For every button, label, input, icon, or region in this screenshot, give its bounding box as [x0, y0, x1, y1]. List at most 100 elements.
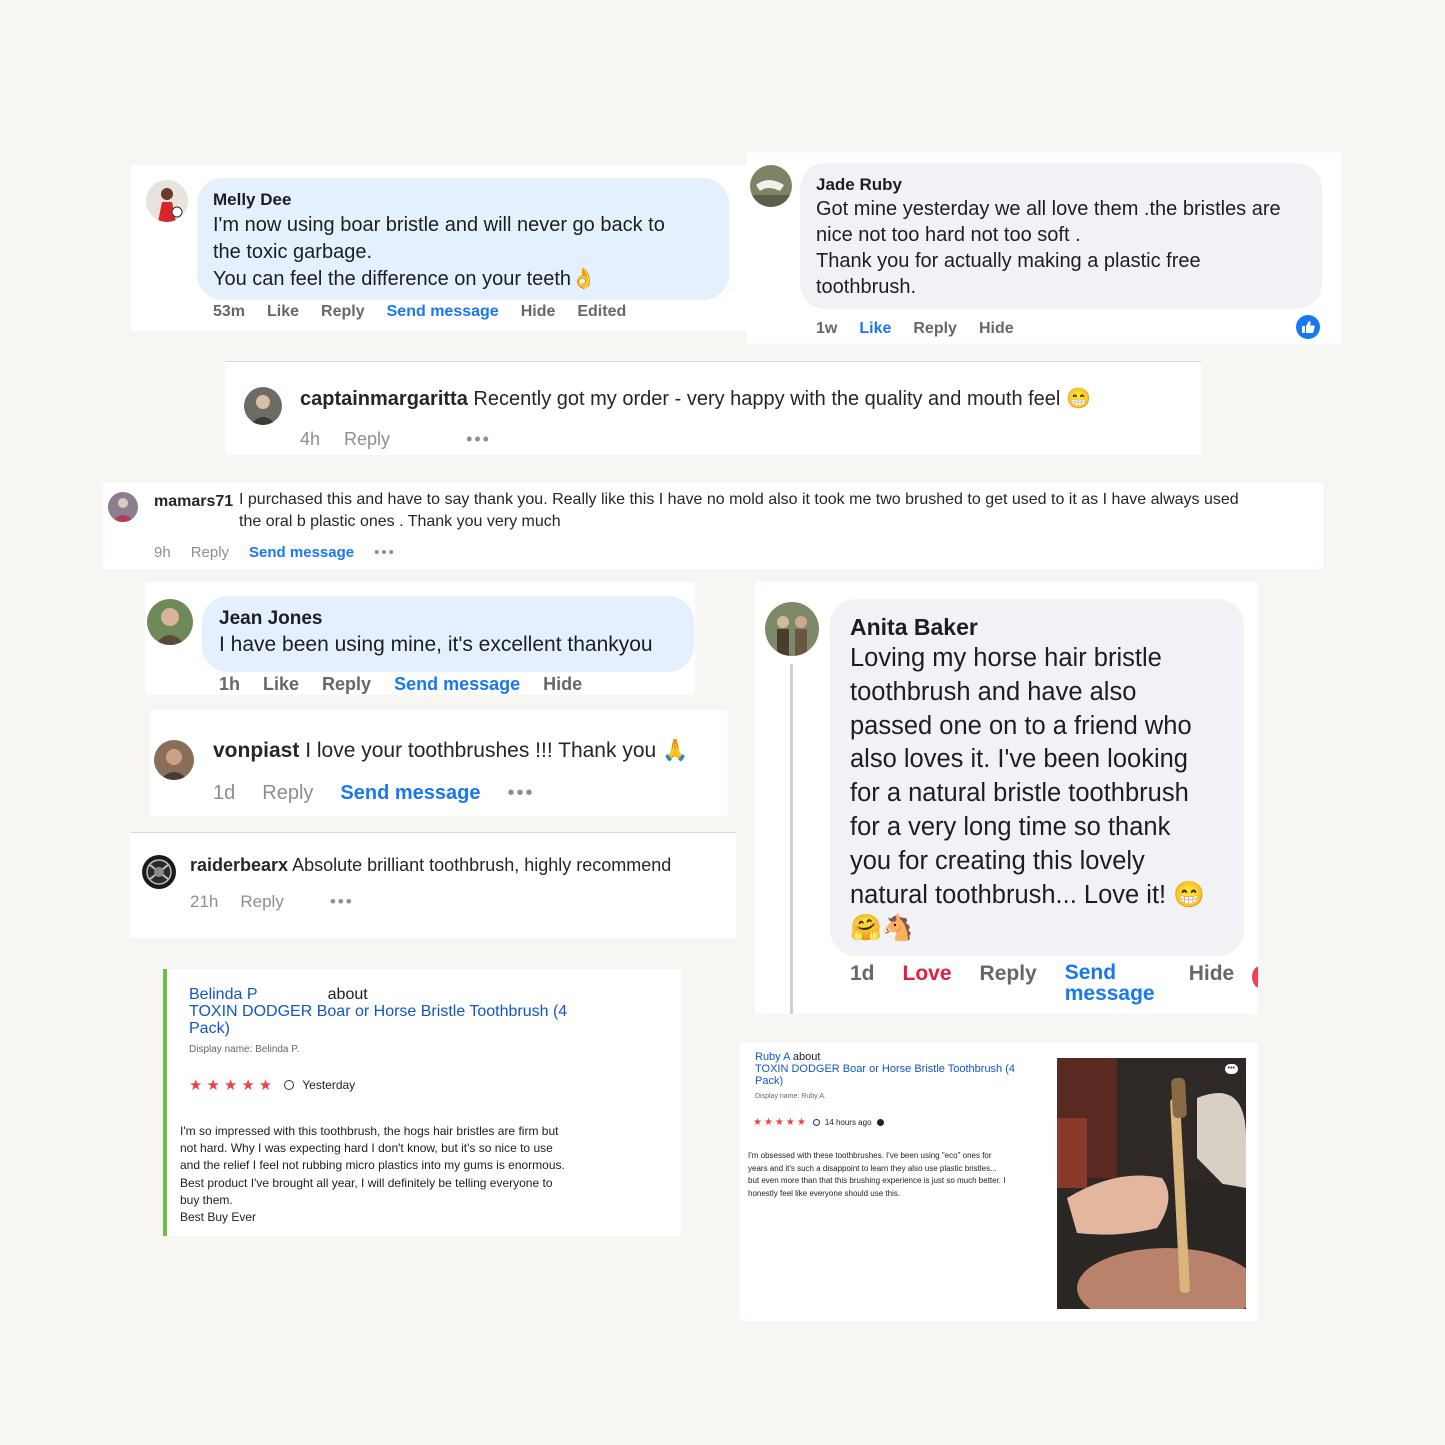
like-button[interactable]: Like: [263, 674, 299, 695]
comment-jean-jones: Jean Jones I have been using mine, it's …: [145, 582, 695, 695]
send-message-button[interactable]: Send message: [249, 544, 354, 561]
comment-text: I'm now using boar bristle and will neve…: [213, 214, 665, 290]
product-link[interactable]: TOXIN DODGER Boar or Horse Bristle Tooth…: [189, 1003, 589, 1037]
commenter-name[interactable]: mamars71: [154, 493, 233, 511]
comment-bubble: Jean Jones I have been using mine, it's …: [202, 596, 694, 672]
thumbs-up-icon[interactable]: [1296, 315, 1320, 339]
photo-more-options-icon[interactable]: •••: [1224, 1064, 1238, 1074]
avatar[interactable]: [765, 602, 819, 656]
review-belinda: Belinda P about TOXIN DODGER Boar or Hor…: [163, 969, 681, 1236]
comment-text: I purchased this and have to say thank y…: [239, 491, 1239, 530]
commenter-name[interactable]: captainmargaritta: [300, 388, 468, 410]
hide-button[interactable]: Hide: [543, 674, 582, 695]
reply-button[interactable]: Reply: [322, 674, 371, 695]
comment-text: vonpiast I love your toothbrushes !!! Th…: [213, 739, 689, 762]
commenter-name[interactable]: Anita Baker: [850, 614, 978, 641]
review-date: 14 hours ago: [824, 1118, 872, 1127]
comment-actions: 9h Reply Send message •••: [154, 544, 396, 561]
rating-row: ★★★★★ Yesterday: [189, 1076, 355, 1094]
review-header: Ruby A about TOXIN DODGER Boar or Horse …: [755, 1051, 1055, 1087]
comment-jade-ruby: Jade Ruby Got mine yesterday we all love…: [747, 152, 1341, 344]
send-message-button[interactable]: Send message: [340, 782, 480, 805]
reply-button[interactable]: Reply: [980, 962, 1037, 986]
verified-icon: [876, 1119, 884, 1126]
like-button[interactable]: Like: [859, 320, 891, 338]
ok-hand-emoji: 👌: [571, 268, 596, 290]
like-button[interactable]: Like: [267, 303, 299, 321]
hide-button[interactable]: Hide: [1189, 962, 1235, 986]
review-photo[interactable]: •••: [1057, 1058, 1246, 1309]
comment-mamars71: mamars71 I purchased this and have to sa…: [103, 483, 1323, 569]
avatar[interactable]: [142, 855, 176, 889]
reviewer-name[interactable]: Ruby A: [755, 1051, 790, 1063]
comment-bubble: Melly Dee I'm now using boar bristle and…: [197, 178, 729, 300]
reply-button[interactable]: Reply: [321, 303, 365, 321]
comment-bubble: Anita Baker Loving my horse hair bristle…: [830, 599, 1244, 956]
timestamp[interactable]: 1d: [213, 782, 235, 805]
avatar[interactable]: [108, 492, 138, 522]
toothbrush-photo: [1057, 1058, 1246, 1309]
commenter-name[interactable]: Jade Ruby: [816, 175, 902, 195]
reviewer-name[interactable]: Belinda P: [189, 986, 257, 1003]
comment-actions: 1h Like Reply Send message Hide: [219, 674, 582, 695]
grinning-emoji: 😁: [1173, 880, 1205, 909]
hide-button[interactable]: Hide: [521, 303, 556, 321]
comment-text: I have been using mine, it's excellent t…: [219, 633, 653, 656]
commenter-name[interactable]: Jean Jones: [219, 608, 323, 630]
clock-icon: [812, 1119, 820, 1126]
avatar[interactable]: [154, 740, 194, 780]
comment-vonpiast: vonpiast I love your toothbrushes !!! Th…: [150, 710, 728, 816]
timestamp[interactable]: 1d: [850, 962, 875, 986]
timestamp[interactable]: 9h: [154, 544, 171, 561]
clock-icon: [284, 1080, 295, 1090]
timestamp[interactable]: 4h: [300, 429, 320, 450]
reply-button[interactable]: Reply: [262, 782, 313, 805]
commenter-name[interactable]: raiderbearx: [190, 855, 288, 875]
love-button[interactable]: Love: [903, 962, 952, 986]
send-message-button[interactable]: Send message: [394, 674, 520, 695]
commenter-name[interactable]: Melly Dee: [213, 190, 291, 210]
avatar[interactable]: [244, 387, 282, 425]
more-options-icon[interactable]: •••: [507, 782, 534, 805]
timestamp[interactable]: 1h: [219, 674, 240, 695]
comment-text: raiderbearx Absolute brilliant toothbrus…: [190, 855, 672, 875]
hide-button[interactable]: Hide: [979, 320, 1014, 338]
star-rating: ★★★★★: [753, 1117, 808, 1128]
more-options-icon[interactable]: •••: [466, 429, 491, 450]
avatar[interactable]: [750, 165, 792, 207]
product-link[interactable]: TOXIN DODGER Boar or Horse Bristle Tooth…: [755, 1063, 1055, 1087]
comment-actions: 1d Reply Send message •••: [213, 782, 534, 805]
send-message-button[interactable]: Send message: [387, 303, 499, 321]
comment-bubble: Jade Ruby Got mine yesterday we all love…: [800, 163, 1322, 309]
avatar[interactable]: [147, 599, 193, 645]
comment-captainmargaritta: captainmargaritta Recently got my order …: [225, 361, 1201, 455]
more-options-icon[interactable]: •••: [374, 544, 396, 561]
reaction-icon[interactable]: [1252, 966, 1258, 988]
review-body: I'm so impressed with this toothbrush, t…: [180, 1124, 565, 1225]
thread-line: [790, 664, 793, 1014]
review-body: I'm obsessed with these toothbrushes. I'…: [748, 1151, 1006, 1198]
send-message-button[interactable]: Send message: [1065, 962, 1157, 1004]
timestamp[interactable]: 53m: [213, 303, 245, 321]
timestamp[interactable]: 1w: [816, 320, 837, 338]
timestamp[interactable]: 21h: [190, 892, 218, 912]
reply-button[interactable]: Reply: [191, 544, 229, 561]
more-options-icon[interactable]: •••: [330, 892, 354, 912]
display-name: Display name: Ruby A.: [755, 1093, 826, 1100]
comment-actions: 53m Like Reply Send message Hide Edited: [213, 303, 626, 321]
reply-button[interactable]: Reply: [240, 892, 283, 912]
rating-row: ★★★★★ 14 hours ago: [753, 1117, 884, 1128]
commenter-name[interactable]: vonpiast: [213, 739, 299, 762]
reply-button[interactable]: Reply: [344, 429, 390, 450]
comment-actions: 1d Love Reply Send message Hide: [850, 962, 1234, 1004]
edited-label[interactable]: Edited: [577, 303, 626, 321]
reply-button[interactable]: Reply: [913, 320, 957, 338]
review-date: Yesterday: [302, 1078, 356, 1092]
comment-actions: 4h Reply •••: [300, 429, 491, 450]
star-rating: ★★★★★: [189, 1077, 277, 1094]
comment-actions: 21h Reply •••: [190, 892, 354, 912]
grinning-emoji: 😁: [1065, 388, 1091, 410]
avatar[interactable]: [146, 180, 188, 222]
comment-text: Got mine yesterday we all love them .the…: [816, 198, 1281, 298]
folded-hands-emoji: 🙏: [662, 739, 689, 762]
